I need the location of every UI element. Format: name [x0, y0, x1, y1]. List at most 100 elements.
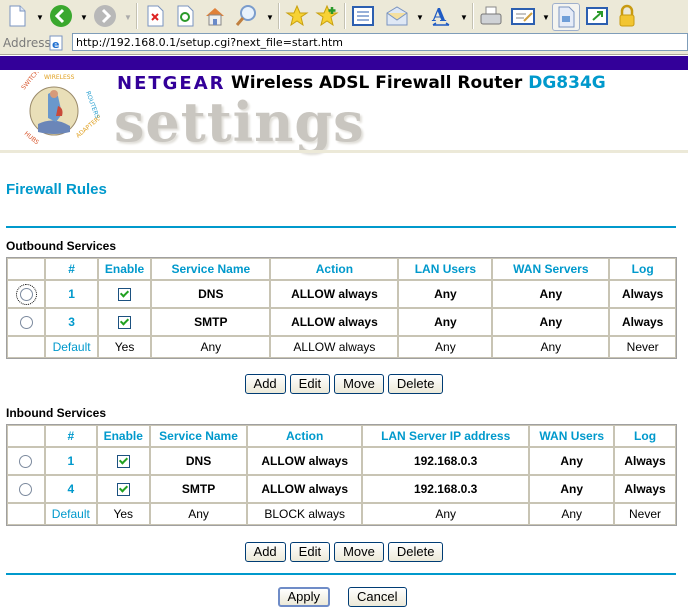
stop-icon[interactable]	[142, 3, 168, 29]
default-log: Never	[614, 503, 676, 525]
edit-dropdown-icon[interactable]: ▼	[542, 13, 550, 22]
select-radio[interactable]	[19, 455, 33, 469]
lan-users: Any	[398, 280, 493, 308]
rule-number: 1	[44, 447, 97, 475]
select-radio[interactable]	[19, 316, 33, 330]
default-wan-servers: Any	[492, 336, 610, 358]
enable-checkbox[interactable]	[116, 455, 130, 469]
header-number: #	[45, 258, 98, 280]
add-favorite-icon[interactable]	[314, 3, 340, 29]
rule-number: 4	[44, 475, 97, 503]
table-header-row: # Enable Service Name Action LAN Server …	[7, 425, 676, 447]
inbound-move-button[interactable]: Move	[334, 542, 384, 562]
default-service: Any	[151, 336, 271, 358]
edit-page-icon[interactable]	[510, 3, 536, 29]
page-title: Firewall Rules	[6, 181, 107, 198]
outbound-edit-button[interactable]: Edit	[289, 374, 331, 394]
header-lan-server-ip: LAN Server IP address	[361, 425, 530, 447]
default-label: Default	[44, 503, 97, 525]
outbound-delete-button[interactable]: Delete	[387, 374, 444, 394]
forward-dropdown-icon[interactable]: ▼	[124, 13, 132, 22]
select-radio[interactable]	[15, 284, 37, 306]
action: ALLOW always	[270, 308, 399, 336]
svg-text:WIRELESS: WIRELESS	[44, 74, 75, 81]
log: Always	[609, 280, 676, 308]
page-header: SWITCHES WIRELESS ROUTERS ADAPTERS HUBS …	[0, 63, 688, 154]
mail-icon[interactable]	[384, 3, 410, 29]
address-bar: Address e http://192.168.0.1/setup.cgi?n…	[0, 32, 688, 55]
log: Always	[614, 475, 676, 503]
apply-button[interactable]: Apply	[277, 587, 331, 607]
settings-banner: settings	[114, 90, 365, 154]
service-name: SMTP	[151, 308, 271, 336]
outbound-move-button[interactable]: Move	[334, 374, 384, 394]
inbound-buttons: Add Edit Move Delete	[0, 542, 688, 562]
title-divider	[6, 226, 676, 228]
svg-text:A: A	[431, 5, 447, 26]
inbound-services-title: Inbound Services	[6, 406, 107, 420]
select-radio[interactable]	[19, 483, 33, 497]
header-action: Action	[270, 258, 399, 280]
cancel-button[interactable]: Cancel	[348, 587, 407, 607]
refresh-icon[interactable]	[172, 3, 198, 29]
default-row: Default Yes Any BLOCK always Any Any Nev…	[7, 503, 676, 525]
default-log: Never	[609, 336, 676, 358]
print-icon[interactable]	[478, 3, 504, 29]
mail-dropdown-icon[interactable]: ▼	[416, 13, 424, 22]
service-name: DNS	[151, 280, 271, 308]
inbound-edit-button[interactable]: Edit	[289, 542, 331, 562]
header-service-name: Service Name	[151, 258, 271, 280]
log: Always	[609, 308, 676, 336]
lock-icon	[614, 3, 640, 29]
wan-servers: Any	[492, 280, 610, 308]
ie-page-icon: e	[48, 35, 64, 51]
forward-icon[interactable]	[92, 3, 118, 29]
outbound-services-table: # Enable Service Name Action LAN Users W…	[6, 257, 677, 359]
service-name: SMTP	[149, 475, 248, 503]
back-icon[interactable]	[48, 3, 74, 29]
enable-checkbox[interactable]	[116, 483, 130, 497]
default-action: ALLOW always	[270, 336, 399, 358]
enable-checkbox[interactable]	[118, 316, 132, 330]
rule-number: 1	[45, 280, 98, 308]
outbound-add-button[interactable]: Add	[244, 374, 286, 394]
inbound-add-button[interactable]: Add	[244, 542, 286, 562]
font-dropdown-icon[interactable]: ▼	[460, 13, 468, 22]
service-name: DNS	[149, 447, 248, 475]
header-wan-servers: WAN Servers	[492, 258, 610, 280]
table-header-row: # Enable Service Name Action LAN Users W…	[7, 258, 676, 280]
default-row: Default Yes Any ALLOW always Any Any Nev…	[7, 336, 676, 358]
footer-divider	[6, 573, 676, 575]
header-number: #	[44, 425, 97, 447]
search-dropdown-icon[interactable]: ▼	[266, 13, 274, 22]
default-lan-server-ip: Any	[361, 503, 530, 525]
action: ALLOW always	[247, 447, 362, 475]
new-window-icon[interactable]	[584, 3, 610, 29]
default-label: Default	[45, 336, 98, 358]
media-icon[interactable]	[552, 3, 580, 31]
rule-number: 3	[45, 308, 98, 336]
back-dropdown-icon[interactable]: ▼	[80, 13, 88, 22]
form-buttons: Apply Cancel	[0, 587, 686, 607]
url-input[interactable]: http://192.168.0.1/setup.cgi?next_file=s…	[72, 33, 688, 51]
lan-server-ip: 192.168.0.3	[361, 447, 530, 475]
search-icon[interactable]	[234, 3, 260, 29]
font-size-icon[interactable]: A	[428, 3, 454, 29]
header-lan-users: LAN Users	[398, 258, 493, 280]
favorites-icon[interactable]	[284, 3, 310, 29]
new-page-icon[interactable]	[4, 3, 30, 29]
header-service-name: Service Name	[149, 425, 248, 447]
home-icon[interactable]	[202, 3, 228, 29]
table-row: 1 DNS ALLOW always 192.168.0.3 Any Alway…	[7, 447, 676, 475]
enable-checkbox[interactable]	[118, 288, 132, 302]
table-row: 1 DNS ALLOW always Any Any Always	[7, 280, 676, 308]
default-action: BLOCK always	[247, 503, 362, 525]
header-log: Log	[609, 258, 676, 280]
new-dropdown-icon[interactable]: ▼	[36, 13, 44, 22]
svg-text:e: e	[52, 38, 59, 51]
wan-servers: Any	[492, 308, 610, 336]
header-top-bar	[0, 56, 688, 70]
action: ALLOW always	[247, 475, 362, 503]
inbound-delete-button[interactable]: Delete	[387, 542, 444, 562]
history-list-icon[interactable]	[350, 3, 376, 29]
